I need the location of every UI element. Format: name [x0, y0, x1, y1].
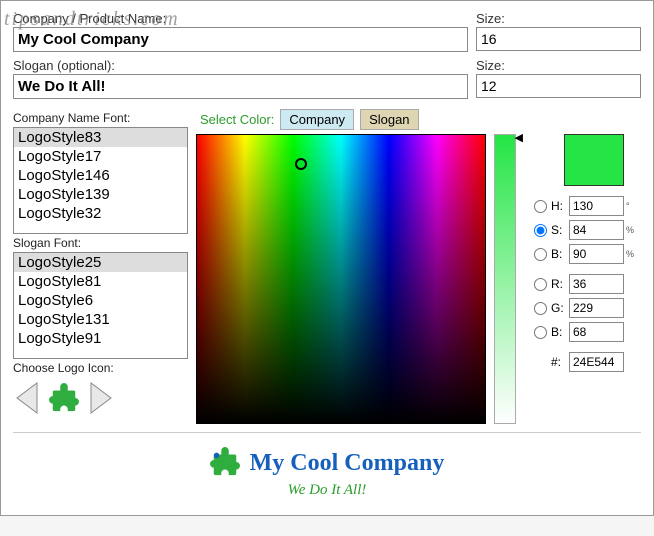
g-input[interactable] [569, 298, 624, 318]
company-size-input[interactable] [476, 27, 641, 51]
slogan-size-input[interactable] [476, 74, 641, 98]
slogan-font-label: Slogan Font: [13, 236, 188, 250]
sat-input[interactable] [569, 220, 624, 240]
logo-icon-label: Choose Logo Icon: [13, 361, 188, 375]
slogan-input[interactable] [13, 74, 468, 99]
logo-preview: My Cool Company We Do It All! [13, 432, 641, 509]
list-item[interactable]: LogoStyle6 [14, 291, 187, 310]
color-marker-icon [295, 158, 307, 170]
company-name-label: Company / Product Name: [13, 11, 468, 26]
slogan-size-label: Size: [476, 58, 641, 73]
logo-icon-preview [49, 383, 79, 413]
company-name-input[interactable] [13, 27, 468, 52]
list-item[interactable]: LogoStyle17 [14, 147, 187, 166]
tab-slogan[interactable]: Slogan [360, 109, 418, 130]
company-font-label: Company Name Font: [13, 111, 188, 125]
preview-company-text: My Cool Company [250, 450, 445, 477]
bri-label: B: [551, 247, 569, 261]
hue-label: H: [551, 199, 569, 213]
list-item[interactable]: LogoStyle32 [14, 204, 187, 223]
color-saturation-box[interactable] [196, 134, 486, 424]
radio-brightness[interactable] [534, 248, 547, 261]
g-label: G: [551, 301, 569, 315]
list-item[interactable]: LogoStyle83 [14, 128, 187, 147]
color-swatch [564, 134, 624, 186]
company-size-label: Size: [476, 11, 641, 26]
slogan-label: Slogan (optional): [13, 58, 468, 73]
hex-label: #: [551, 355, 569, 369]
sat-label: S: [551, 223, 569, 237]
list-item[interactable]: LogoStyle25 [14, 253, 187, 272]
list-item[interactable]: LogoStyle146 [14, 166, 187, 185]
color-hue-slider[interactable]: ◀ [494, 134, 516, 424]
r-input[interactable] [569, 274, 624, 294]
hex-input[interactable] [569, 352, 624, 372]
list-item[interactable]: LogoStyle139 [14, 185, 187, 204]
hue-unit: ° [626, 201, 636, 211]
hue-input[interactable] [569, 196, 624, 216]
b-label: B: [551, 325, 569, 339]
prev-icon-button[interactable] [13, 379, 43, 417]
r-label: R: [551, 277, 569, 291]
slogan-font-list[interactable]: LogoStyle25 LogoStyle81 LogoStyle6 LogoS… [13, 252, 188, 359]
puzzle-icon [210, 447, 240, 480]
app-frame: Company / Product Name: Size: Slogan (op… [0, 0, 654, 516]
preview-slogan-text: We Do It All! [13, 482, 641, 499]
radio-hue[interactable] [534, 200, 547, 213]
company-font-list[interactable]: LogoStyle83 LogoStyle17 LogoStyle146 Log… [13, 127, 188, 234]
list-item[interactable]: LogoStyle131 [14, 310, 187, 329]
radio-red[interactable] [534, 278, 547, 291]
select-color-label: Select Color: [200, 112, 274, 127]
radio-green[interactable] [534, 302, 547, 315]
next-icon-button[interactable] [85, 379, 115, 417]
list-item[interactable]: LogoStyle81 [14, 272, 187, 291]
radio-blue[interactable] [534, 326, 547, 339]
bri-unit: % [626, 249, 636, 259]
b-input[interactable] [569, 322, 624, 342]
radio-saturation[interactable] [534, 224, 547, 237]
bri-input[interactable] [569, 244, 624, 264]
sat-unit: % [626, 225, 636, 235]
list-item[interactable]: LogoStyle91 [14, 329, 187, 348]
tab-company[interactable]: Company [280, 109, 354, 130]
hue-slider-handle-icon: ◀ [515, 131, 523, 144]
